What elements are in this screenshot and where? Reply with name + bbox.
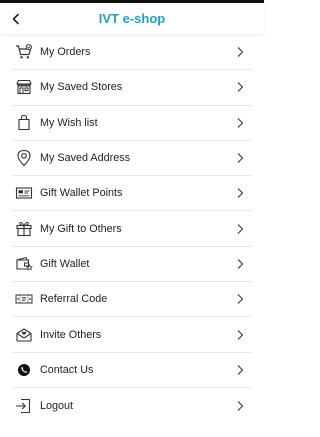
chevron-right-icon — [237, 188, 244, 199]
menu-item-my-wish-list[interactable]: My Wish list — [12, 106, 252, 141]
menu-item-referral-code[interactable]: Referral Code — [12, 282, 252, 318]
menu-item-label: Contact Us — [40, 363, 94, 376]
store-icon — [14, 77, 34, 97]
page-title: IVT e-shop — [98, 11, 166, 26]
chevron-right-icon — [237, 258, 244, 269]
logout-icon — [14, 396, 34, 416]
chevron-right-icon — [237, 329, 244, 340]
app-header: IVT e-shop — [0, 3, 264, 34]
menu-item-my-orders[interactable]: My Orders — [12, 35, 252, 71]
chevron-right-icon — [237, 400, 244, 411]
chevron-right-icon — [237, 223, 244, 234]
menu-item-my-saved-stores[interactable]: My Saved Stores — [12, 70, 252, 106]
menu-item-label: My Saved Stores — [40, 81, 123, 94]
menu-item-label: My Orders — [40, 46, 91, 59]
menu-item-label: Referral Code — [40, 293, 108, 306]
menu-item-label: Gift Wallet Points — [40, 187, 123, 200]
menu-item-logout[interactable]: Logout — [12, 388, 252, 423]
menu-item-gift-wallet[interactable]: Gift Wallet — [12, 247, 252, 283]
points-card-icon — [14, 183, 34, 203]
phone-icon — [14, 360, 34, 380]
menu-item-my-saved-address[interactable]: My Saved Address — [12, 141, 252, 177]
chevron-right-icon — [237, 47, 244, 58]
account-menu: My Orders My Saved Stores My Wish list M… — [12, 35, 252, 423]
menu-item-contact-us[interactable]: Contact Us — [12, 353, 252, 388]
chevron-right-icon — [237, 153, 244, 163]
menu-item-label: My Wish list — [40, 116, 98, 129]
gift-icon — [14, 219, 34, 239]
menu-item-label: My Gift to Others — [40, 222, 122, 235]
chevron-right-icon — [237, 82, 244, 93]
chevron-right-icon — [237, 364, 244, 375]
wallet-icon — [14, 254, 34, 274]
menu-item-label: Invite Others — [40, 328, 102, 341]
envelope-icon — [14, 325, 34, 345]
menu-item-my-gift-to-others[interactable]: My Gift to Others — [12, 211, 252, 247]
bag-icon — [14, 113, 34, 133]
cart-icon — [14, 42, 34, 62]
menu-item-gift-wallet-points[interactable]: Gift Wallet Points — [12, 176, 252, 212]
menu-item-label: My Saved Address — [40, 152, 131, 165]
ticket-icon — [14, 289, 34, 309]
chevron-right-icon — [237, 117, 244, 128]
location-pin-icon — [14, 148, 34, 168]
menu-item-label: Gift Wallet — [40, 257, 90, 270]
menu-item-label: Logout — [40, 399, 74, 412]
chevron-right-icon — [237, 294, 244, 305]
menu-item-invite-others[interactable]: Invite Others — [12, 317, 252, 353]
